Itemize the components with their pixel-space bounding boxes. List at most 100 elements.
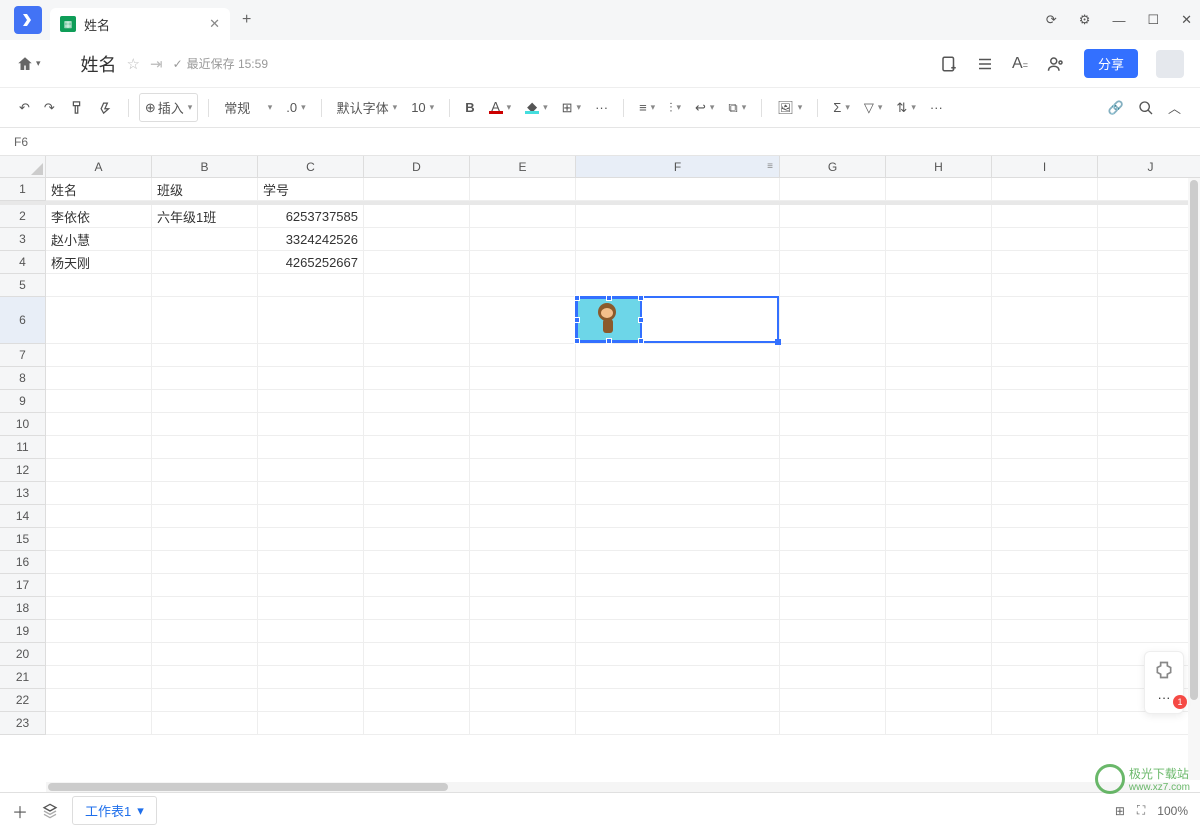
font-size-select[interactable]: 10▾: [406, 96, 439, 119]
cell[interactable]: [258, 344, 364, 367]
cell[interactable]: [470, 390, 576, 413]
cell[interactable]: [576, 251, 780, 274]
cell[interactable]: [886, 620, 992, 643]
sum-button[interactable]: Σ▾: [828, 96, 855, 119]
cell[interactable]: [470, 528, 576, 551]
cell[interactable]: [780, 274, 886, 297]
embedded-image-object[interactable]: [576, 297, 642, 342]
cell[interactable]: [886, 413, 992, 436]
column-header[interactable]: J: [1098, 156, 1200, 178]
new-tab-button[interactable]: +: [242, 11, 251, 29]
cell[interactable]: [576, 459, 780, 482]
sheet-menu-icon[interactable]: ▾: [137, 803, 144, 819]
row-header[interactable]: 18: [0, 597, 46, 620]
cell[interactable]: [780, 297, 886, 344]
cell[interactable]: [576, 551, 780, 574]
column-header[interactable]: D: [364, 156, 470, 178]
horizontal-scrollbar[interactable]: [46, 782, 1180, 792]
cell[interactable]: [364, 205, 470, 228]
cell[interactable]: [780, 344, 886, 367]
row-header[interactable]: 14: [0, 505, 46, 528]
cell[interactable]: [470, 297, 576, 344]
cell[interactable]: [364, 274, 470, 297]
cell[interactable]: 学号: [258, 178, 364, 201]
cell[interactable]: [258, 436, 364, 459]
cell[interactable]: [46, 689, 152, 712]
cell[interactable]: [886, 597, 992, 620]
cell[interactable]: [1098, 251, 1200, 274]
cell[interactable]: [258, 413, 364, 436]
cell[interactable]: [470, 205, 576, 228]
cell[interactable]: [364, 390, 470, 413]
cell[interactable]: [780, 666, 886, 689]
cell[interactable]: [258, 597, 364, 620]
sync-icon[interactable]: ⟳: [1046, 12, 1057, 28]
cell[interactable]: [364, 643, 470, 666]
cell[interactable]: [258, 459, 364, 482]
cell[interactable]: [152, 251, 258, 274]
grid-view-icon[interactable]: ⛶: [1137, 803, 1145, 818]
cell[interactable]: [1098, 551, 1200, 574]
cell[interactable]: [364, 597, 470, 620]
cell[interactable]: [46, 620, 152, 643]
cell[interactable]: [886, 344, 992, 367]
cell[interactable]: [1098, 367, 1200, 390]
close-window-icon[interactable]: ✕: [1181, 12, 1192, 28]
cell[interactable]: 4265252667: [258, 251, 364, 274]
cell[interactable]: [780, 574, 886, 597]
cell[interactable]: [46, 482, 152, 505]
cell[interactable]: [152, 228, 258, 251]
cell[interactable]: [780, 505, 886, 528]
row-header[interactable]: 2: [0, 205, 46, 228]
cell[interactable]: [886, 367, 992, 390]
minimize-icon[interactable]: —: [1112, 13, 1125, 28]
cell[interactable]: [886, 251, 992, 274]
cell[interactable]: [470, 274, 576, 297]
cell[interactable]: [258, 712, 364, 735]
cell[interactable]: [470, 666, 576, 689]
cell[interactable]: [992, 643, 1098, 666]
cell[interactable]: [886, 712, 992, 735]
cell[interactable]: [46, 574, 152, 597]
cell[interactable]: [470, 620, 576, 643]
cell[interactable]: [364, 689, 470, 712]
cell[interactable]: [576, 178, 780, 201]
cell[interactable]: 姓名: [46, 178, 152, 201]
cell[interactable]: [886, 551, 992, 574]
cell[interactable]: [152, 297, 258, 344]
cell[interactable]: [152, 274, 258, 297]
cell[interactable]: [780, 251, 886, 274]
cell[interactable]: [364, 228, 470, 251]
merge-button[interactable]: ⧉▾: [723, 96, 751, 120]
column-header[interactable]: B: [152, 156, 258, 178]
cell[interactable]: [152, 459, 258, 482]
cell[interactable]: [992, 344, 1098, 367]
cell-reference[interactable]: F6: [0, 135, 46, 149]
row-header[interactable]: 10: [0, 413, 46, 436]
cell[interactable]: [992, 390, 1098, 413]
cell[interactable]: 赵小慧: [46, 228, 152, 251]
number-format-select[interactable]: 常规▾: [219, 94, 277, 121]
cell[interactable]: [46, 712, 152, 735]
cell[interactable]: [576, 482, 780, 505]
cell[interactable]: [780, 367, 886, 390]
cell[interactable]: [470, 178, 576, 201]
row-header[interactable]: 13: [0, 482, 46, 505]
column-filter-icon[interactable]: ≡: [767, 161, 773, 172]
cell[interactable]: [258, 574, 364, 597]
cell[interactable]: [46, 413, 152, 436]
cell[interactable]: [152, 413, 258, 436]
cell[interactable]: [1098, 482, 1200, 505]
cell[interactable]: [470, 413, 576, 436]
sort-button[interactable]: ⇅▾: [891, 96, 920, 120]
settings-icon[interactable]: ⚙: [1079, 12, 1091, 28]
font-color-button[interactable]: A▾: [484, 97, 517, 118]
cell[interactable]: [576, 643, 780, 666]
cell[interactable]: [576, 390, 780, 413]
cell[interactable]: [576, 505, 780, 528]
cell[interactable]: [886, 390, 992, 413]
notification-badge[interactable]: 1: [1173, 695, 1187, 709]
cell[interactable]: [1098, 436, 1200, 459]
text-format-icon[interactable]: A=: [1012, 55, 1028, 73]
row-header[interactable]: 1: [0, 178, 46, 201]
